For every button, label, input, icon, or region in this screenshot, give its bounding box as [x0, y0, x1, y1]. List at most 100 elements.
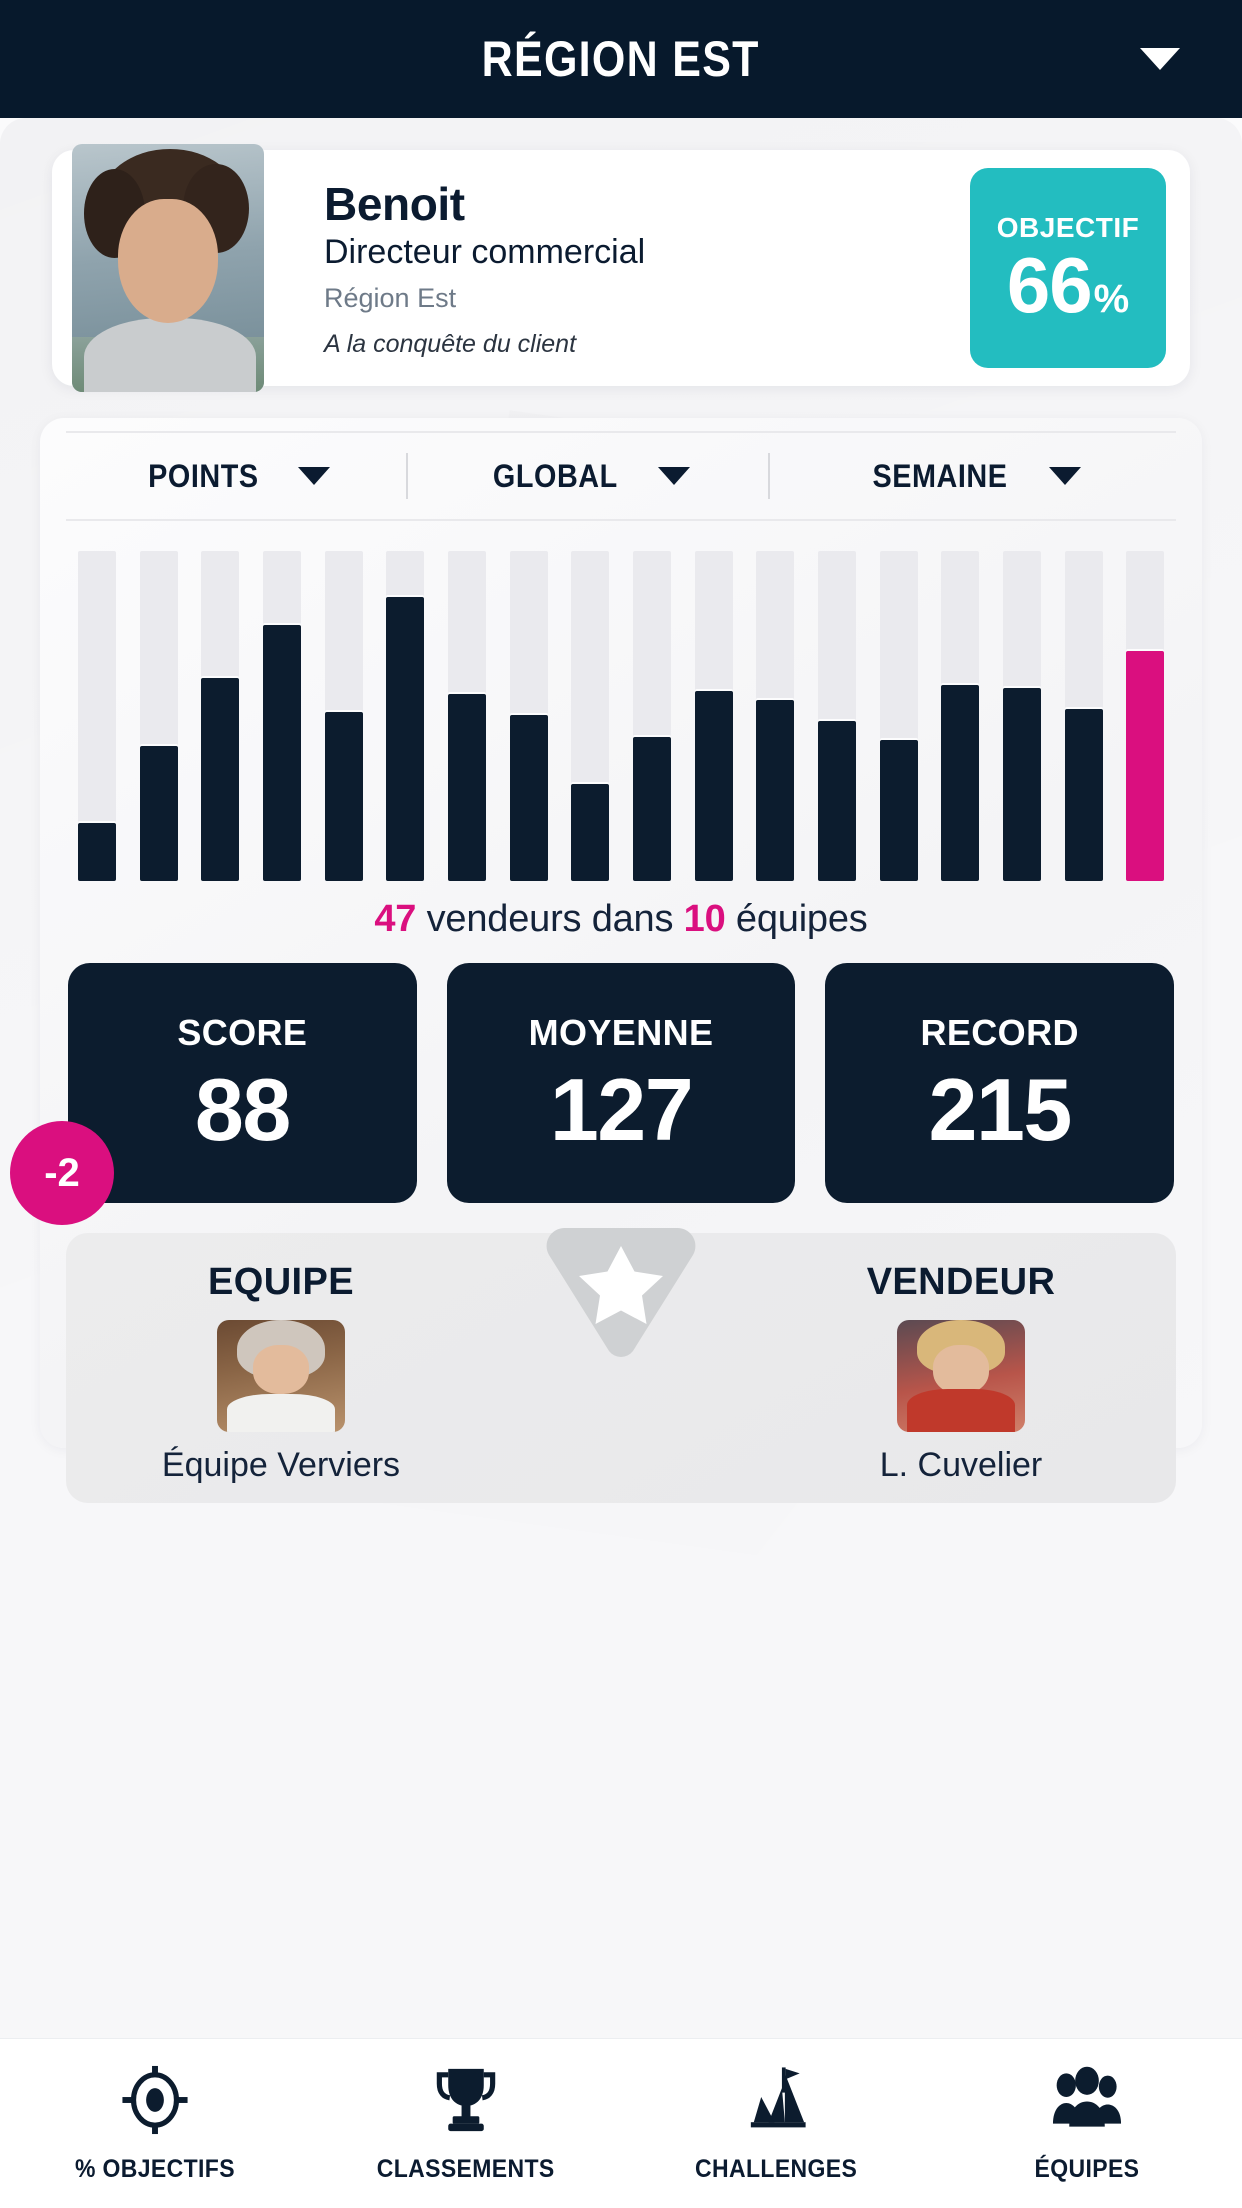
- stat-label: SCORE: [177, 1012, 308, 1053]
- teams-count: 10: [683, 898, 726, 940]
- bar-fill: [262, 624, 301, 881]
- app-root: RÉGION EST Benoit Directeur commercial R…: [0, 0, 1242, 2208]
- bar-slot[interactable]: [313, 551, 375, 881]
- winner-team[interactable]: EQUIPE Équipe Verviers: [116, 1261, 446, 1485]
- chart-caption: 47 vendeurs dans 10 équipes: [40, 898, 1202, 941]
- stat-card-record[interactable]: RECORD 215: [825, 963, 1175, 1203]
- winner-seller[interactable]: VENDEUR L. Cuvelier: [796, 1261, 1126, 1485]
- nav-label: CLASSEMENTS: [376, 2155, 555, 2183]
- star-badge-icon: [546, 1219, 696, 1369]
- stat-card-score[interactable]: SCORE 88 -2: [10, 963, 417, 1225]
- profile-region: Région Est: [324, 282, 457, 313]
- bar-fill: [1126, 650, 1165, 881]
- filter-bar: POINTS GLOBAL SEMAINE: [66, 431, 1176, 521]
- stat-card-moyenne[interactable]: MOYENNE 127: [446, 963, 796, 1203]
- bar-slot[interactable]: [498, 551, 560, 881]
- bar-slot[interactable]: [806, 551, 868, 881]
- objective-value: 66: [1006, 241, 1093, 329]
- nav-item-classements[interactable]: CLASSEMENTS: [311, 2039, 622, 2208]
- bar-slot[interactable]: [128, 551, 190, 881]
- profile-role: Directeur commercial: [324, 232, 646, 271]
- nav-item-objectifs[interactable]: % OBJECTIFS: [0, 2039, 311, 2208]
- profile-name: Benoit: [324, 178, 465, 230]
- winners-panel: EQUIPE Équipe Verviers VENDEUR L. Cuveli…: [66, 1228, 1176, 1503]
- bar-slot[interactable]: [1053, 551, 1115, 881]
- bar-slot[interactable]: [683, 551, 745, 881]
- filter-points-label: POINTS: [147, 457, 259, 494]
- app-header: RÉGION EST: [0, 0, 1242, 118]
- bar-slot[interactable]: [744, 551, 806, 881]
- bar-slot[interactable]: [621, 551, 683, 881]
- stat-label: RECORD: [920, 1012, 1079, 1053]
- bar-fill: [509, 715, 548, 881]
- bar-fill: [571, 784, 610, 881]
- bar-slot[interactable]: [929, 551, 991, 881]
- bar-slot[interactable]: [436, 551, 498, 881]
- bar-slot[interactable]: [189, 551, 251, 881]
- stats-panel: POINTS GLOBAL SEMAINE 47 vendeurs dans 1…: [10, 418, 1202, 1503]
- bar-slot[interactable]: [251, 551, 313, 881]
- bar-slot[interactable]: [374, 551, 436, 881]
- trophy-icon: [429, 2063, 503, 2137]
- seller-avatar: [897, 1320, 1025, 1432]
- filter-periode[interactable]: SEMAINE: [770, 433, 1176, 519]
- bar-fill: [324, 712, 363, 881]
- bar-fill: [447, 693, 486, 881]
- winner-seller-name: L. Cuvelier: [879, 1446, 1043, 1484]
- profile-card: Benoit Directeur commercial Région Est A…: [52, 144, 1190, 392]
- bar-slot[interactable]: [991, 551, 1053, 881]
- bar-slot[interactable]: [1114, 551, 1176, 881]
- winner-team-title: EQUIPE: [208, 1261, 354, 1303]
- bar-fill: [201, 678, 240, 881]
- filter-global-label: GLOBAL: [492, 457, 618, 494]
- performance-bar-chart: [66, 551, 1176, 881]
- bar-fill: [694, 690, 733, 881]
- sellers-count: 47: [374, 898, 417, 940]
- chevron-down-icon[interactable]: [1140, 48, 1180, 70]
- target-icon: [118, 2063, 192, 2137]
- bar-slot[interactable]: [868, 551, 930, 881]
- chevron-down-icon: [1049, 467, 1081, 485]
- bar-fill: [817, 721, 856, 881]
- bottom-nav: % OBJECTIFS CLASSEMENTS CHALLENGES ÉQUIP…: [0, 2038, 1242, 2208]
- stat-label: MOYENNE: [528, 1012, 714, 1053]
- people-group-icon: [1050, 2063, 1124, 2137]
- mountain-flag-icon: [739, 2063, 813, 2137]
- profile-motto: A la conquête du client: [324, 329, 577, 358]
- bar-fill: [139, 745, 178, 881]
- bar-fill: [77, 822, 116, 881]
- winner-seller-title: VENDEUR: [866, 1261, 1056, 1303]
- chevron-down-icon: [298, 467, 331, 485]
- bar-slot[interactable]: [66, 551, 128, 881]
- objective-unit: %: [1093, 277, 1130, 321]
- bar-fill: [1002, 687, 1041, 881]
- objective-badge[interactable]: OBJECTIF 66 %: [970, 168, 1166, 368]
- bar-list: [66, 551, 1176, 881]
- sellers-word: vendeurs dans: [426, 898, 674, 940]
- avatar: [72, 144, 264, 392]
- stat-value: 215: [928, 1060, 1073, 1159]
- bar-fill: [1064, 709, 1103, 881]
- bar-slot[interactable]: [559, 551, 621, 881]
- stat-value: 127: [549, 1060, 694, 1159]
- page-title: RÉGION EST: [481, 31, 761, 87]
- nav-item-equipes[interactable]: ÉQUIPES: [932, 2039, 1242, 2208]
- filter-global[interactable]: GLOBAL: [408, 433, 768, 519]
- team-avatar: [217, 1320, 345, 1432]
- delta-badge: -2: [10, 1121, 114, 1225]
- bar-fill: [386, 597, 425, 881]
- stat-card-list: SCORE 88 -2 MOYENNE 127 RECORD 215: [10, 963, 1175, 1225]
- nav-label: % OBJECTIFS: [75, 2155, 236, 2183]
- chevron-down-icon: [658, 467, 691, 485]
- filter-points[interactable]: POINTS: [66, 433, 406, 519]
- profile-text-block: Benoit Directeur commercial Région Est A…: [324, 180, 645, 359]
- winner-team-name: Équipe Verviers: [161, 1446, 401, 1484]
- nav-item-challenges[interactable]: CHALLENGES: [621, 2039, 932, 2208]
- objective-label: OBJECTIF: [996, 212, 1140, 243]
- teams-word: équipes: [735, 898, 868, 940]
- nav-label: ÉQUIPES: [1034, 2155, 1140, 2183]
- bar-fill: [879, 739, 918, 881]
- bar-fill: [756, 699, 795, 881]
- filter-periode-label: SEMAINE: [872, 457, 1008, 494]
- stat-value: 88: [194, 1060, 291, 1159]
